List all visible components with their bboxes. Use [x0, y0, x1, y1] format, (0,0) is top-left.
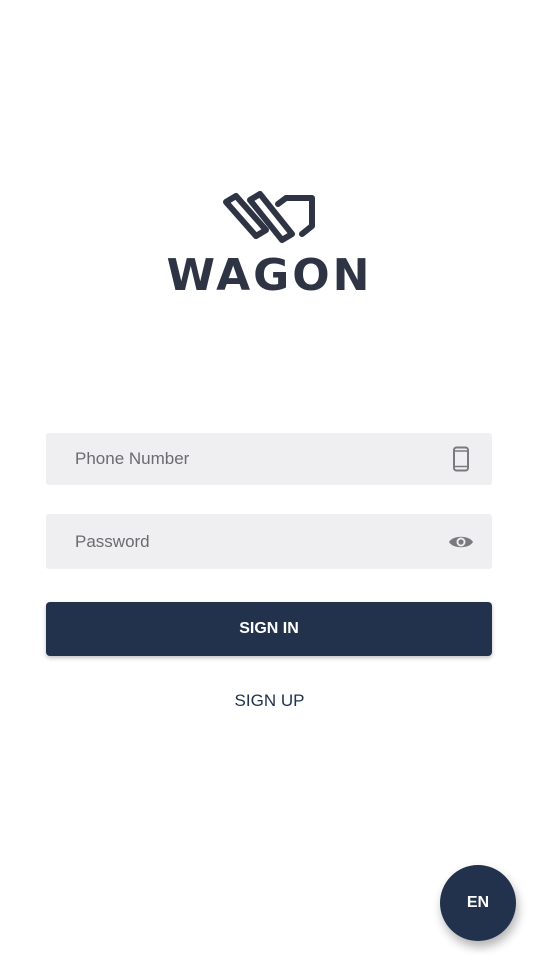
password-input[interactable] [73, 530, 448, 553]
sign-in-button[interactable]: SIGN IN [46, 602, 492, 656]
language-switch-button[interactable]: EN [440, 865, 516, 941]
password-field[interactable] [46, 514, 492, 569]
wagon-logo-icon [222, 191, 315, 243]
sign-up-link[interactable]: SIGN UP [0, 688, 539, 714]
eye-icon[interactable] [448, 529, 474, 555]
phone-icon [448, 446, 474, 472]
phone-number-input[interactable] [73, 448, 448, 470]
app-logo: WAGON [0, 190, 539, 310]
logo-wordmark: WAGON [166, 250, 373, 301]
phone-number-field[interactable] [46, 433, 492, 485]
login-screen: WAGON SIGN IN SIGN UP EN [0, 0, 539, 957]
